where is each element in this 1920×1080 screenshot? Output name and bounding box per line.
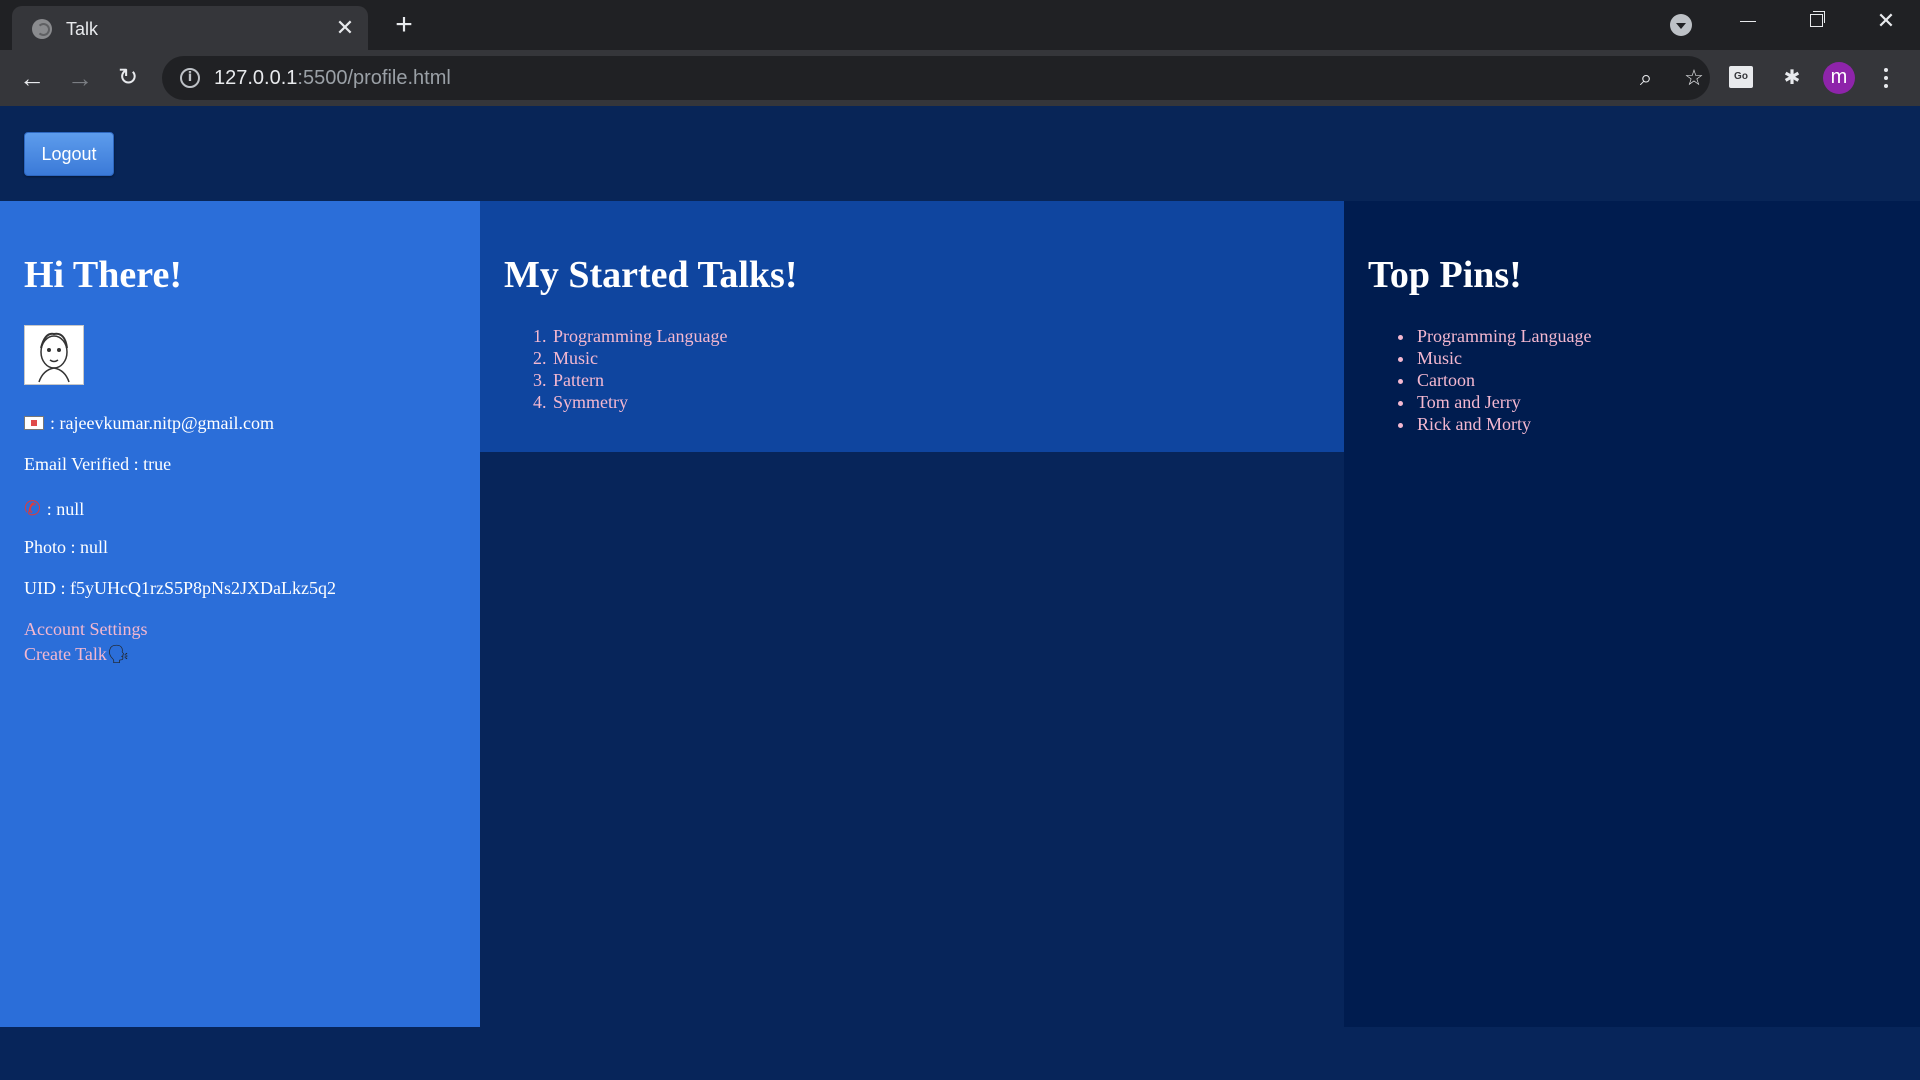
browser-toolbar: ← → ↻ i 127.0.0.1:5500/profile.html ⌕ ☆ … [0, 50, 1920, 106]
star-icon[interactable]: ☆ [1682, 66, 1706, 90]
phone-icon: ✆ [24, 496, 41, 520]
top-pins-list: Programming LanguageMusicCartoonTom and … [1415, 325, 1591, 435]
mail-icon [24, 416, 44, 430]
menu-icon[interactable] [1874, 62, 1898, 94]
started-talks-panel: My Started Talks! Programming LanguageMu… [480, 201, 1344, 452]
tab-search-icon[interactable] [1670, 14, 1692, 36]
reload-icon[interactable]: ↻ [110, 60, 146, 96]
browser-tab[interactable]: Talk ✕ [12, 6, 368, 50]
info-icon[interactable]: i [180, 68, 200, 88]
talk-link-item[interactable]: Programming Language [551, 325, 727, 347]
profile-panel: Hi There! : rajeevkumar.nitp@gmail.com E… [0, 201, 480, 1027]
pin-link-item[interactable]: Music [1415, 347, 1591, 369]
minimize-button[interactable] [1728, 6, 1768, 36]
globe-icon [32, 19, 52, 39]
tab-title: Talk [66, 19, 99, 39]
talk-link-item[interactable]: Symmetry [551, 391, 727, 413]
browser-tabstrip: Talk ✕ + ✕ [0, 0, 1920, 50]
close-window-button[interactable]: ✕ [1866, 6, 1906, 36]
speaking-person-icon: 🗣 [106, 644, 130, 665]
uid-line: UID : f5yUHcQ1rzS5P8pNs2JXDaLkz5q2 [24, 578, 336, 598]
create-talk-link[interactable]: Create Talk🗣 [24, 644, 130, 665]
url-text[interactable]: 127.0.0.1:5500/profile.html [214, 67, 451, 90]
page-content: Logout Hi There! : rajeevkumar.nitp@gmai… [0, 106, 1920, 1080]
zoom-icon[interactable]: ⌕ [1634, 66, 1658, 90]
started-talks-heading: My Started Talks! [504, 254, 798, 296]
phone-line: ✆: null [24, 496, 85, 520]
talk-link-item[interactable]: Pattern [551, 369, 727, 391]
started-talks-list: Programming LanguageMusicPatternSymmetry [551, 325, 727, 413]
account-settings-link[interactable]: Account Settings [24, 619, 148, 640]
puzzle-extensions-icon[interactable]: ✱ [1776, 62, 1808, 94]
profile-heading: Hi There! [24, 254, 182, 296]
top-pins-heading: Top Pins! [1368, 254, 1522, 296]
restore-button[interactable] [1796, 6, 1836, 36]
top-pins-panel: Top Pins! Programming LanguageMusicCarto… [1344, 201, 1920, 1027]
back-icon[interactable]: ← [14, 60, 50, 96]
face-sketch-icon [38, 332, 70, 383]
profile-avatar[interactable]: m [1823, 62, 1855, 94]
forward-icon[interactable]: → [62, 60, 98, 96]
translate-extension-icon[interactable]: Go [1729, 66, 1753, 88]
email-verified: Email Verified : true [24, 454, 172, 474]
profile-picture [24, 325, 84, 385]
pin-link-item[interactable]: Cartoon [1415, 369, 1591, 391]
pin-link-item[interactable]: Programming Language [1415, 325, 1591, 347]
talk-link-item[interactable]: Music [551, 347, 727, 369]
new-tab-button[interactable]: + [388, 10, 420, 42]
email-line: : rajeevkumar.nitp@gmail.com [24, 413, 274, 434]
tab-close-button[interactable]: ✕ [332, 15, 358, 41]
top-bar: Logout [0, 106, 1920, 201]
logout-button[interactable]: Logout [24, 132, 114, 176]
address-bar[interactable]: i 127.0.0.1:5500/profile.html ⌕ ☆ [162, 56, 1710, 100]
pin-link-item[interactable]: Rick and Morty [1415, 413, 1591, 435]
pin-link-item[interactable]: Tom and Jerry [1415, 391, 1591, 413]
photo-line: Photo : null [24, 537, 109, 557]
